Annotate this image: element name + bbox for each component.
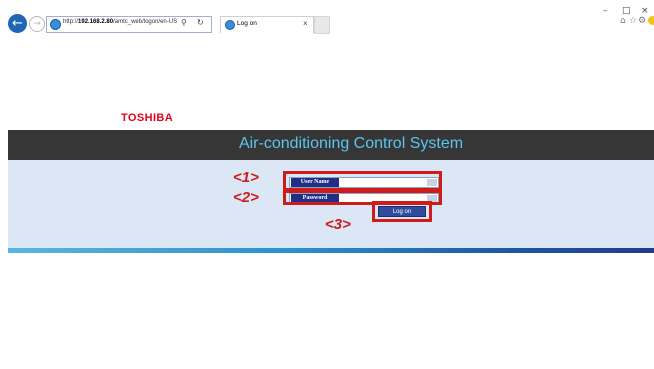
step-marker-3: <3> bbox=[325, 216, 351, 233]
url-host: 192.168.2.80 bbox=[78, 19, 114, 25]
feedback-smiley-icon[interactable] bbox=[648, 16, 654, 25]
url-prefix: http:// bbox=[63, 19, 79, 25]
bottom-stripe bbox=[8, 248, 654, 253]
search-icon[interactable]: ⚲ bbox=[181, 18, 187, 27]
close-tab-icon[interactable]: × bbox=[303, 19, 308, 28]
tab-label: Log on bbox=[237, 20, 257, 27]
header-bar: Air-conditioning Control System bbox=[8, 130, 654, 160]
step-marker-1: <1> bbox=[233, 169, 259, 186]
maximize-icon[interactable]: □ bbox=[622, 6, 631, 16]
favorites-icon[interactable]: ☆ bbox=[629, 16, 637, 26]
toshiba-logo: TOSHIBA bbox=[121, 112, 174, 124]
forward-icon[interactable]: → bbox=[29, 16, 45, 32]
url-path: /amtc_web/logon/en-US bbox=[113, 19, 178, 25]
settings-icon[interactable]: ⚙ bbox=[638, 16, 646, 26]
ie-favicon-icon bbox=[50, 19, 61, 30]
address-url: http://192.168.2.80/amtc_web/logon/en-US bbox=[63, 19, 177, 25]
tab-favicon-icon bbox=[225, 20, 235, 30]
page-title: Air-conditioning Control System bbox=[238, 135, 464, 152]
address-bar[interactable]: http://192.168.2.80/amtc_web/logon/en-US… bbox=[46, 16, 212, 33]
window-close-icon[interactable]: × bbox=[641, 6, 649, 16]
highlight-logon bbox=[372, 201, 432, 222]
step-marker-2: <2> bbox=[233, 189, 259, 206]
minimize-icon[interactable]: – bbox=[603, 6, 608, 16]
tab-log-on[interactable]: Log on × bbox=[220, 16, 314, 33]
new-tab-button[interactable] bbox=[314, 16, 330, 34]
browser-chrome: ← → http://192.168.2.80/amtc_web/logon/e… bbox=[0, 0, 654, 38]
back-icon[interactable]: ← bbox=[8, 14, 27, 33]
home-icon[interactable]: ⌂ bbox=[620, 16, 626, 26]
highlight-username bbox=[283, 171, 442, 191]
refresh-icon[interactable]: ↻ bbox=[197, 18, 204, 27]
